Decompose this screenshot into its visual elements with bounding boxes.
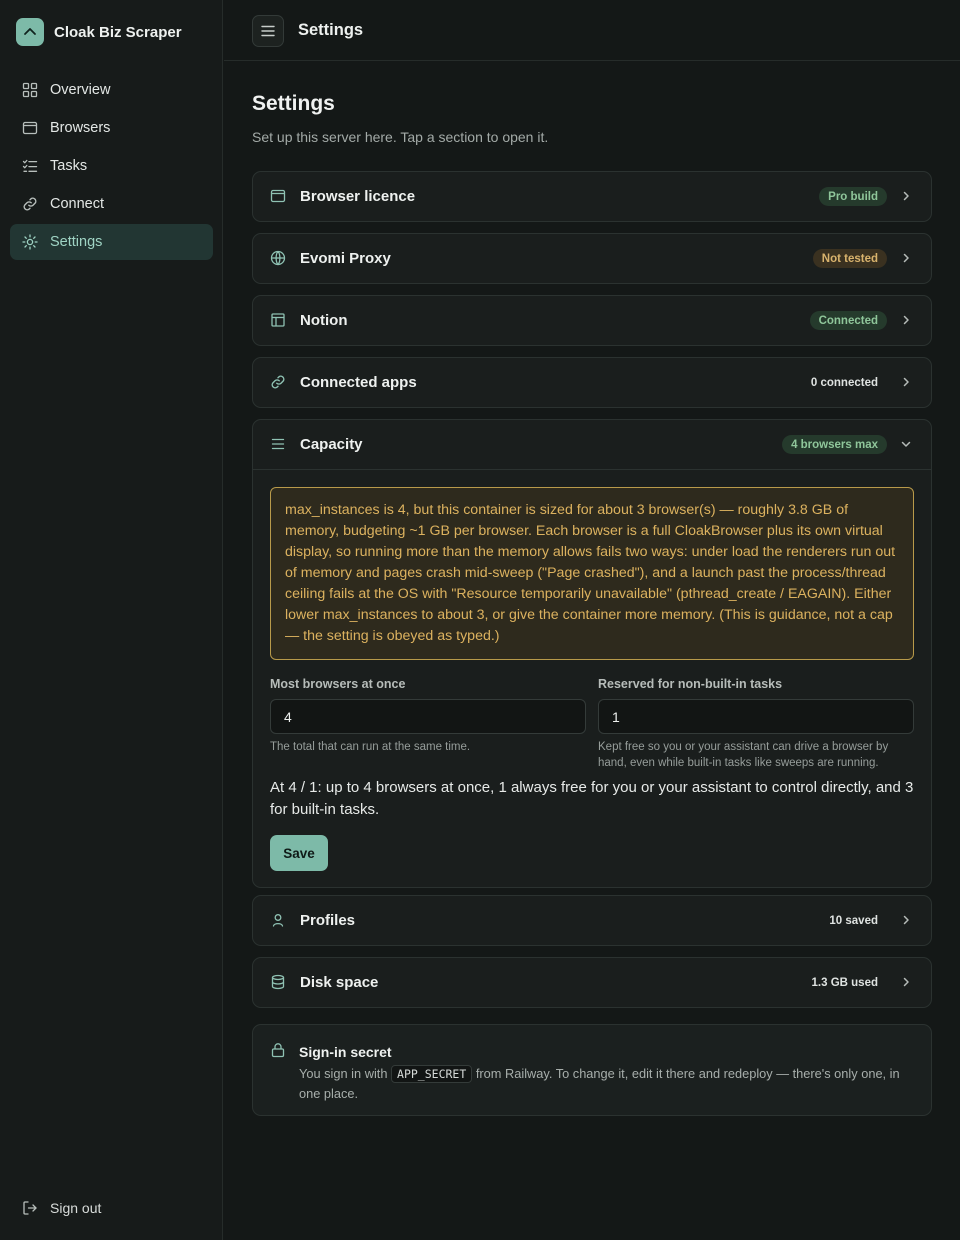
browser-window-icon: [22, 120, 38, 136]
sidebar-nav: Overview Browsers Tasks Connect Settings: [10, 72, 213, 262]
section-evomi-proxy[interactable]: Evomi Proxy Not tested: [252, 233, 932, 284]
browser-window-icon: [270, 188, 288, 206]
sidebar-item-settings[interactable]: Settings: [10, 224, 213, 260]
secret-text-before: You sign in with: [299, 1066, 388, 1081]
section-capacity: Capacity 4 browsers max max_instances is…: [252, 419, 932, 888]
reserved-browsers-input[interactable]: [598, 699, 914, 734]
sign-in-secret-panel: Sign-in secret You sign in with APP_SECR…: [252, 1024, 932, 1116]
database-icon: [270, 974, 288, 992]
chevron-right-icon: [899, 913, 913, 927]
page-title: Settings: [252, 92, 335, 115]
chevron-down-icon: [899, 437, 913, 451]
max-browsers-input[interactable]: [270, 699, 586, 734]
sun-gear-icon: [22, 234, 38, 250]
reserved-browsers-field: Reserved for non-built-in tasks Kept fre…: [598, 677, 914, 771]
sidebar-item-overview[interactable]: Overview: [10, 72, 213, 108]
lock-icon: [270, 1042, 286, 1058]
sidebar-item-browsers[interactable]: Browsers: [10, 110, 213, 146]
section-profiles[interactable]: Profiles 10 saved: [252, 895, 932, 946]
user-icon: [270, 912, 288, 930]
status-badge: 1.3 GB used: [811, 976, 878, 989]
chevron-right-icon: [899, 975, 913, 989]
page-subtitle: Set up this server here. Tap a section t…: [252, 129, 549, 145]
sidebar-item-tasks[interactable]: Tasks: [10, 148, 213, 184]
section-title: Notion: [300, 312, 348, 329]
checklist-icon: [22, 158, 38, 174]
save-button[interactable]: Save: [270, 835, 328, 871]
sidebar-item-label: Connect: [50, 196, 105, 212]
status-badge: 4 browsers max: [782, 435, 887, 454]
page-header: Settings Set up this server here. Tap a …: [252, 92, 932, 145]
field-help: Kept free so you or your assistant can d…: [598, 741, 889, 769]
section-notion[interactable]: Notion Connected: [252, 295, 932, 346]
memory-warning: max_instances is 4, but this container i…: [270, 487, 914, 660]
hamburger-icon: [261, 25, 275, 37]
table-layout-icon: [270, 312, 288, 330]
section-connected-apps[interactable]: Connected apps 0 connected: [252, 357, 932, 408]
chevron-right-icon: [899, 313, 913, 327]
globe-icon: [270, 250, 288, 268]
sign-out-button[interactable]: Sign out: [22, 1200, 101, 1216]
topbar-title: Settings: [298, 21, 364, 39]
brand[interactable]: Cloak Biz Scraper: [16, 18, 182, 46]
field-label: Reserved for non-built-in tasks: [598, 677, 783, 691]
section-title: Evomi Proxy: [300, 250, 391, 267]
app-logo-icon: [16, 18, 44, 46]
section-title: Capacity: [300, 436, 363, 453]
chevron-right-icon: [899, 375, 913, 389]
sidebar-item-label: Settings: [50, 234, 103, 250]
secret-text-after: from Railway. To change it, edit it ther…: [299, 1066, 900, 1101]
status-badge: Pro build: [819, 187, 887, 206]
link-icon: [270, 374, 288, 392]
lines-icon: [270, 436, 288, 454]
capacity-header[interactable]: Capacity 4 browsers max: [253, 420, 931, 469]
secret-description: You sign in with APP_SECRET from Railway…: [299, 1064, 915, 1103]
secret-code: APP_SECRET: [391, 1065, 473, 1083]
status-badge: Not tested: [812, 249, 887, 268]
status-badge: 0 connected: [810, 376, 878, 389]
app-name: Cloak Biz Scraper: [54, 23, 182, 41]
capacity-body: max_instances is 4, but this container i…: [253, 469, 931, 887]
field-help: The total that can run at the same time.: [270, 741, 471, 753]
grid-icon: [22, 82, 38, 98]
section-title: Browser licence: [300, 188, 416, 205]
section-title: Profiles: [300, 912, 356, 929]
field-label: Most browsers at once: [270, 677, 406, 691]
status-badge: Connected: [809, 311, 887, 330]
sidebar-item-label: Overview: [50, 82, 111, 98]
capacity-summary: At 4 / 1: up to 4 browsers at once, 1 al…: [270, 779, 914, 818]
capacity-fields: Most browsers at once The total that can…: [270, 677, 914, 771]
max-browsers-field: Most browsers at once The total that can…: [270, 677, 586, 771]
section-browser-licence[interactable]: Browser licence Pro build: [252, 171, 932, 222]
chevron-right-icon: [899, 189, 913, 203]
sidebar-item-label: Browsers: [50, 120, 111, 136]
section-title: Disk space: [300, 974, 379, 991]
topbar: Settings: [224, 0, 960, 61]
secret-title: Sign-in secret: [299, 1044, 392, 1060]
status-badge: 10 saved: [829, 914, 878, 927]
sidebar-item-label: Tasks: [50, 158, 88, 174]
sidebar: Cloak Biz Scraper Overview Browsers Task…: [0, 0, 223, 1240]
menu-toggle-button[interactable]: [252, 15, 284, 47]
section-title: Connected apps: [300, 374, 417, 391]
chevron-right-icon: [899, 251, 913, 265]
sign-out-label: Sign out: [50, 1200, 102, 1216]
link-icon: [22, 196, 38, 212]
sidebar-item-connect[interactable]: Connect: [10, 186, 213, 222]
sign-out-icon: [22, 1200, 38, 1216]
section-disk-space[interactable]: Disk space 1.3 GB used: [252, 957, 932, 1008]
